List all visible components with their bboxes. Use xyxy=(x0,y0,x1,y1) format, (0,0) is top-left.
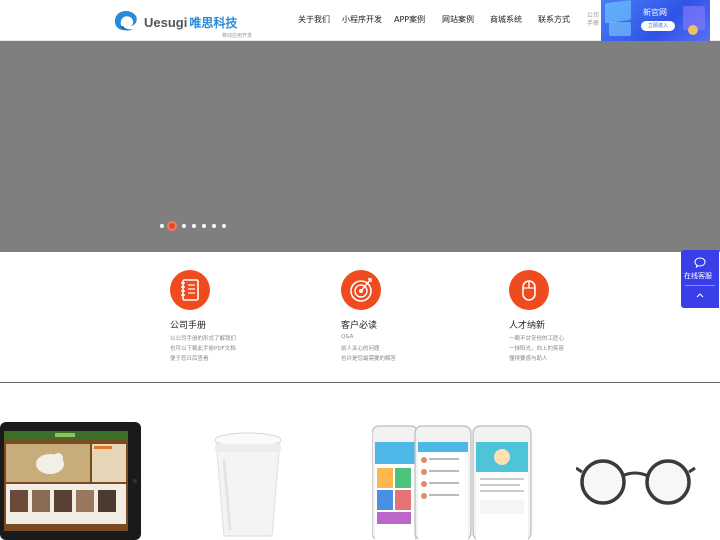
slider-dot[interactable] xyxy=(192,224,196,228)
online-service-label: 在线客服 xyxy=(684,272,712,280)
promo-title: 新官网 xyxy=(643,8,667,17)
nav-contact[interactable]: 联系方式 xyxy=(538,14,570,25)
tablet-illustration xyxy=(0,422,141,540)
phones-illustration xyxy=(371,425,532,540)
feature-desc-line: 懂得要感与助人 xyxy=(509,356,548,362)
promo-enter-button[interactable]: 立即进入 xyxy=(641,21,675,31)
glasses-illustration xyxy=(575,459,696,505)
chevron-up-icon[interactable] xyxy=(696,292,704,298)
slider-dot-active[interactable] xyxy=(167,221,177,231)
glasses-image[interactable] xyxy=(575,458,696,512)
section-divider xyxy=(0,382,720,383)
nav-about[interactable]: 关于我们 xyxy=(298,14,330,25)
header: Uesugi 唯思科技 移动应用开发 关于我们 小程序开发 APP案例 网站案例 … xyxy=(0,0,720,41)
slider-dot[interactable] xyxy=(182,224,186,228)
slider-dot[interactable] xyxy=(212,224,216,228)
slider-dot[interactable] xyxy=(160,224,164,228)
coffee-cup-image[interactable] xyxy=(210,430,286,540)
mouse-icon xyxy=(522,280,536,301)
nav-web-cases[interactable]: 网站案例 xyxy=(442,14,474,25)
feature-desc-line: 以公司手册的形式了解我们 xyxy=(170,336,237,342)
phones-image[interactable] xyxy=(371,424,532,540)
feature-icon-circle xyxy=(341,270,381,310)
side-divider xyxy=(685,285,715,286)
logo-tagline: 移动应用开发 xyxy=(222,33,253,39)
notebook-icon xyxy=(181,279,199,301)
logo[interactable]: Uesugi 唯思科技 移动应用开发 xyxy=(112,9,252,39)
feature-icon-circle xyxy=(170,270,210,310)
target-icon xyxy=(350,278,372,302)
logo-text: Uesugi 唯思科技 xyxy=(144,12,237,31)
slider-dot[interactable] xyxy=(202,224,206,228)
feature-title: 人才纳新 xyxy=(509,321,546,331)
feature-desc-line: 也许是您最需要的解答 xyxy=(341,356,397,362)
feature-desc-line: 便于您日后查看 xyxy=(170,356,209,362)
nav-app-cases[interactable]: APP案例 xyxy=(394,14,425,25)
feature-icon-circle xyxy=(509,270,549,310)
feature-desc-line: 一抹阳光，向上的笑容 xyxy=(509,346,565,352)
online-service-widget[interactable]: 在线客服 xyxy=(681,250,719,308)
coffee-cup-illustration xyxy=(214,432,282,537)
feature-desc-line: Q&A xyxy=(341,334,354,340)
chat-icon xyxy=(694,257,706,268)
promo-banner[interactable]: 新官网 立即进入 xyxy=(601,0,710,41)
logo-cn: 唯思科技 xyxy=(189,16,238,30)
logo-en: Uesugi xyxy=(144,15,188,30)
page: Uesugi 唯思科技 移动应用开发 关于我们 小程序开发 APP案例 网站案例 … xyxy=(0,0,720,540)
tablet-image[interactable] xyxy=(0,422,142,540)
slider-dot[interactable] xyxy=(222,224,226,228)
feature-title: 客户必读 xyxy=(341,321,378,331)
nav-manual[interactable]: 公司手册 xyxy=(587,12,599,28)
feature-desc-line: 前人关心的问题 xyxy=(341,346,380,352)
feature-title: 公司手册 xyxy=(170,321,207,331)
nav-mall[interactable]: 商城系统 xyxy=(490,14,522,25)
logo-icon xyxy=(114,11,137,31)
nav-miniprogram[interactable]: 小程序开发 xyxy=(342,14,382,25)
hero-banner xyxy=(0,41,720,252)
feature-desc-line: 一颗不甘安份的工匠心 xyxy=(509,336,565,342)
feature-desc-line: 也可以下载此手册PDF文档 xyxy=(170,346,236,352)
